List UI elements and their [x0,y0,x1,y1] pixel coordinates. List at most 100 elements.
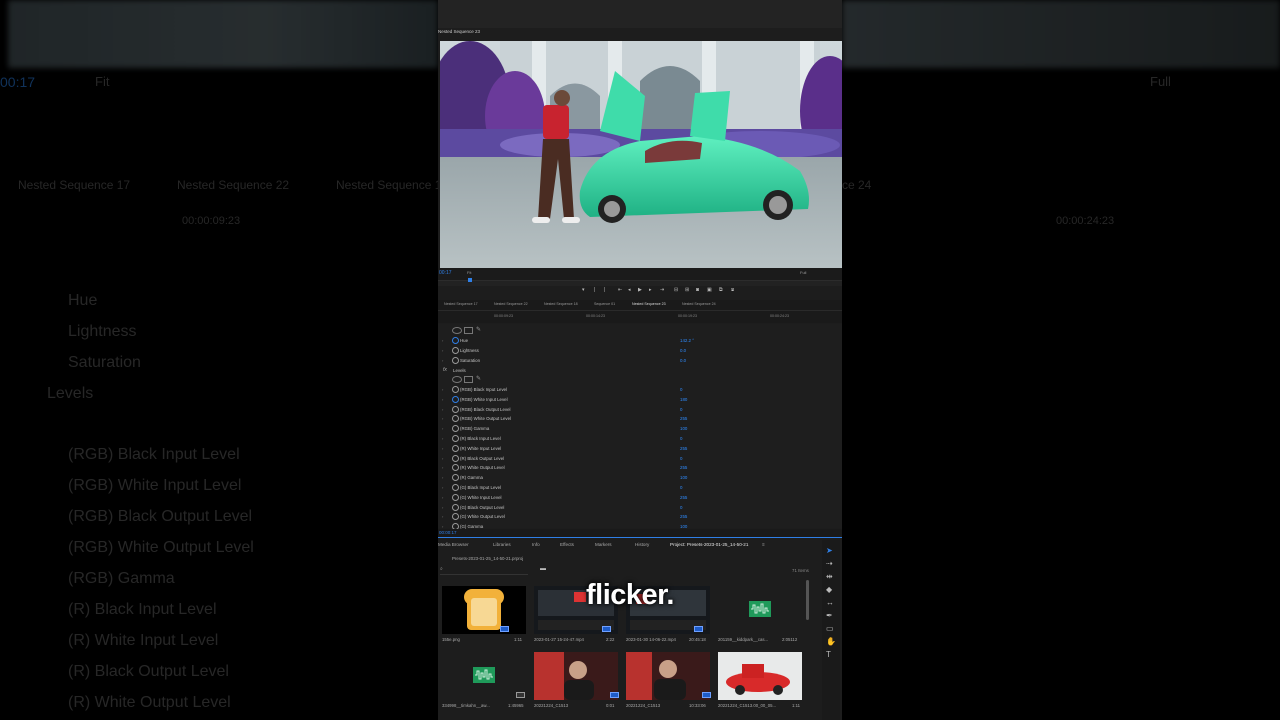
property-value[interactable]: 255 [680,465,687,470]
stopwatch-icon[interactable] [452,415,459,423]
mark-out-bracket-icon[interactable]: | [604,287,605,293]
tab-effects[interactable]: Effects [560,542,574,547]
go-to-in-icon[interactable]: ⇤ [618,287,622,293]
stopwatch-icon[interactable] [452,386,459,393]
rectangle-tool-icon[interactable]: ▭ [826,624,834,633]
tab-info[interactable]: Info [532,542,540,547]
track-select-tool-icon[interactable]: ⇢ [826,559,833,568]
asset-thumbnail-video[interactable] [718,652,802,700]
expand-chevron-icon[interactable]: › [442,436,443,441]
expand-chevron-icon[interactable]: › [442,348,443,353]
project-search[interactable]: ⌕ [440,566,528,575]
tab-libraries[interactable]: Libraries [493,542,511,547]
tab-sequence[interactable]: Nested Sequence 24 [682,302,716,306]
expand-chevron-icon[interactable]: › [442,465,443,470]
property-value[interactable]: 0 [680,505,682,510]
asset-thumbnail-audio[interactable] [718,586,802,634]
expand-chevron-icon[interactable]: › [442,426,443,431]
monitor-scrub-bar[interactable] [438,280,842,286]
property-value[interactable]: 255 [680,514,687,519]
hand-tool-icon[interactable]: ✋ [826,637,836,646]
ripple-edit-tool-icon[interactable]: ⇹ [826,572,833,581]
pen-tool-icon[interactable]: ✒ [826,611,833,620]
current-timecode[interactable]: 00:00:17 [439,530,457,535]
stopwatch-icon[interactable] [452,493,459,501]
expand-chevron-icon[interactable]: › [442,514,443,519]
property-value[interactable]: 100 [680,426,687,431]
playhead[interactable] [468,278,472,282]
expand-chevron-icon[interactable]: › [442,475,443,480]
mark-in-bracket-icon[interactable]: | [594,287,595,293]
stopwatch-icon[interactable] [452,484,459,491]
stopwatch-icon[interactable] [452,503,459,511]
expand-chevron-icon[interactable]: › [442,338,443,343]
project-scrollbar[interactable] [806,580,809,620]
stopwatch-icon[interactable] [452,464,459,472]
compare-icon[interactable]: ▣ [707,287,712,293]
property-value[interactable]: 0 [680,407,682,412]
tab-sequence[interactable]: Nested Sequence 22 [494,302,528,306]
asset-thumbnail-audio[interactable] [442,652,526,700]
overlay-icon[interactable]: ⧉ [719,287,723,293]
settings-icon[interactable]: ⧈ [731,287,734,293]
property-value[interactable]: 142.2 ° [680,338,694,343]
selection-tool-icon[interactable]: ➤ [826,546,833,555]
stopwatch-icon[interactable] [452,337,459,344]
ellipse-mask-icon[interactable] [452,327,462,334]
stopwatch-icon[interactable] [452,347,459,354]
property-value[interactable]: 255 [680,446,687,451]
zoom-select[interactable]: Fit [467,270,471,275]
expand-chevron-icon[interactable]: › [442,505,443,510]
slip-tool-icon[interactable]: ↔ [826,598,834,607]
expand-chevron-icon[interactable]: › [442,446,443,451]
razor-tool-icon[interactable]: ◆ [826,585,832,594]
tab-history[interactable]: History [635,542,649,547]
pen-mask-icon[interactable]: ✎ [476,375,481,382]
pen-mask-icon[interactable]: ✎ [476,326,481,333]
property-value[interactable]: 0 [680,485,682,490]
property-value[interactable]: 180 [680,397,687,402]
play-icon[interactable]: ▶ [638,287,642,293]
property-value[interactable]: 100 [680,475,687,480]
stopwatch-icon[interactable] [452,513,459,521]
property-value[interactable]: 255 [680,416,687,421]
monitor-timecode[interactable]: 00:17 [439,270,452,276]
export-frame-icon[interactable]: ◙ [696,287,699,293]
expand-chevron-icon[interactable]: › [442,387,443,392]
stopwatch-icon[interactable] [452,454,459,462]
quality-select[interactable]: Full [800,270,806,275]
stopwatch-icon[interactable] [452,405,459,413]
asset-thumbnail-video[interactable] [626,652,710,700]
step-back-icon[interactable]: ◂ [628,287,631,293]
expand-chevron-icon[interactable]: › [442,456,443,461]
asset-thumbnail-video[interactable] [534,652,618,700]
expand-chevron-icon[interactable]: › [442,495,443,500]
asset-thumbnail-png[interactable] [442,586,526,634]
expand-chevron-icon[interactable]: › [442,397,443,402]
expand-chevron-icon[interactable]: › [442,358,443,363]
tab-sequence-active[interactable]: Nested Sequence 23 [632,302,666,306]
stopwatch-icon[interactable] [452,444,459,452]
expand-chevron-icon[interactable]: › [442,485,443,490]
extract-icon[interactable]: ⊞ [685,287,689,293]
effect-header-levels[interactable]: fx Levels [438,366,842,376]
type-tool-icon[interactable]: T [826,650,831,659]
expand-chevron-icon[interactable]: › [442,416,443,421]
expand-chevron-icon[interactable]: › [442,407,443,412]
program-monitor-tab[interactable]: Nested Sequence 23 [438,29,480,34]
timeline-ruler[interactable]: 00:00:09:23 00:00:14:23 00:00:19:23 00:0… [438,311,842,323]
mark-in-icon[interactable]: ▾ [582,287,585,293]
property-value[interactable]: 0 [680,456,682,461]
panel-menu-icon[interactable]: ≡ [762,542,765,547]
tab-media-browser[interactable]: Media Browser [438,542,469,547]
property-value[interactable]: 0 [680,436,682,441]
property-value[interactable]: 0.0 [680,358,686,363]
stopwatch-icon[interactable] [452,395,459,403]
property-value[interactable]: 0 [680,387,682,392]
lift-icon[interactable]: ⊟ [674,287,678,293]
step-forward-icon[interactable]: ▸ [649,287,652,293]
rectangle-mask-icon[interactable] [464,376,473,383]
new-bin-icon[interactable]: ▬ [540,566,546,572]
tab-sequence[interactable]: Nested Sequence 18 [544,302,578,306]
stopwatch-icon[interactable] [452,435,459,442]
